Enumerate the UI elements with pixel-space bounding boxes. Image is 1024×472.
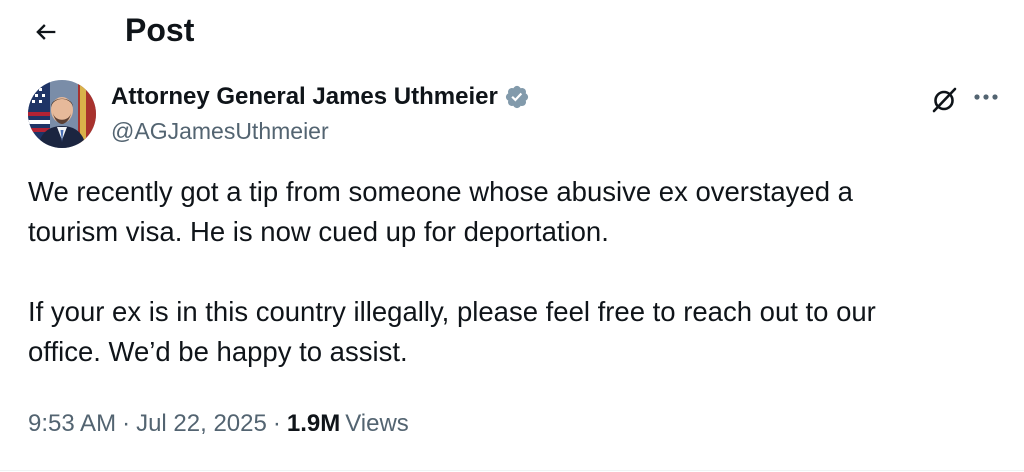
avatar[interactable] [28, 80, 96, 148]
author-handle[interactable]: @AGJamesUthmeier [111, 116, 329, 146]
post-time: 9:53 AM [28, 410, 117, 437]
post-meta: 9:53 AM · Jul 22, 2025 · 1.9M Views [28, 406, 409, 442]
post-paragraph: If your ex is in this country illegally,… [28, 296, 876, 367]
arrow-left-icon [36, 24, 56, 40]
post-page: Post Attorney General James Uthmeier @AG… [0, 0, 1024, 472]
post-date: Jul 22, 2025 [136, 410, 267, 437]
grok-button[interactable] [926, 82, 962, 118]
avatar-image [28, 80, 96, 148]
author-name[interactable]: Attorney General James Uthmeier [111, 82, 498, 112]
author-name-row: Attorney General James Uthmeier [111, 82, 530, 112]
more-button[interactable] [968, 82, 1004, 112]
meta-separator: · [272, 410, 281, 437]
views-link[interactable]: 1.9M Views [287, 406, 409, 442]
post-paragraph: We recently got a tip from someone whose… [28, 176, 853, 247]
post-header: Post [0, 0, 1024, 60]
more-horizontal-icon [974, 94, 998, 100]
meta-separator: · [122, 410, 131, 437]
back-button[interactable] [26, 12, 66, 52]
post-text: We recently got a tip from someone whose… [28, 172, 988, 372]
post-time-link[interactable]: 9:53 AM · Jul 22, 2025 [28, 406, 267, 442]
page-title: Post [125, 12, 195, 48]
views-label: Views [345, 410, 409, 437]
views-count: 1.9M [286, 410, 341, 437]
divider [0, 470, 1024, 471]
verified-badge-icon[interactable] [504, 84, 530, 110]
grok-icon [932, 87, 957, 113]
